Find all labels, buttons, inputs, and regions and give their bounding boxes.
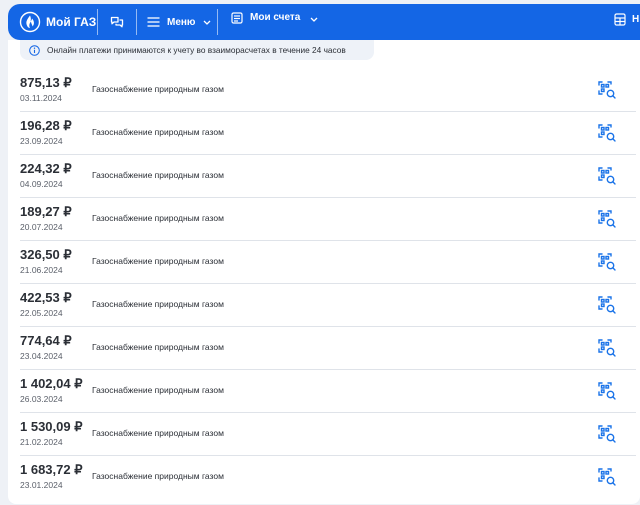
payment-service: Газоснабжение природным газом bbox=[92, 170, 224, 180]
payment-amount: 1 683,72 ₽ bbox=[20, 462, 83, 477]
payment-service: Газоснабжение природным газом bbox=[92, 428, 224, 438]
payment-row: 189,27 ₽ 20.07.2024 Газоснабжение природ… bbox=[20, 198, 636, 241]
payment-amount: 189,27 ₽ bbox=[20, 204, 72, 219]
payment-row: 774,64 ₽ 23.04.2024 Газоснабжение природ… bbox=[20, 327, 636, 370]
qr-receipt-icon[interactable] bbox=[598, 382, 616, 400]
qr-receipt-icon[interactable] bbox=[598, 253, 616, 271]
calculator-icon bbox=[614, 13, 626, 26]
payment-date: 23.09.2024 bbox=[20, 136, 63, 146]
chevron-down-icon bbox=[204, 20, 211, 25]
qr-receipt-icon[interactable] bbox=[598, 425, 616, 443]
menu-button[interactable]: Меню bbox=[137, 4, 217, 40]
payment-service: Газоснабжение природным газом bbox=[92, 213, 224, 223]
hamburger-icon bbox=[147, 17, 160, 27]
payment-amount: 774,64 ₽ bbox=[20, 333, 72, 348]
notice-text: Онлайн платежи принимаются к учету во вз… bbox=[47, 45, 346, 55]
payments-panel: Онлайн платежи принимаются к учету во вз… bbox=[8, 40, 640, 504]
payment-service: Газоснабжение природным газом bbox=[92, 342, 224, 352]
qr-receipt-icon[interactable] bbox=[598, 210, 616, 228]
qr-receipt-icon[interactable] bbox=[598, 468, 616, 486]
payment-service: Газоснабжение природным газом bbox=[92, 127, 224, 137]
qr-receipt-icon[interactable] bbox=[598, 124, 616, 142]
payment-amount: 1 530,09 ₽ bbox=[20, 419, 83, 434]
accounts-icon bbox=[231, 12, 243, 24]
qr-receipt-icon[interactable] bbox=[598, 167, 616, 185]
online-payments-notice: Онлайн платежи принимаются к учету во вз… bbox=[20, 40, 374, 60]
payment-row: 326,50 ₽ 21.06.2024 Газоснабжение природ… bbox=[20, 241, 636, 284]
payment-amount: 1 402,04 ₽ bbox=[20, 376, 83, 391]
payment-date: 21.02.2024 bbox=[20, 437, 63, 447]
payment-date: 26.03.2024 bbox=[20, 394, 63, 404]
accounts-label: Мои счета bbox=[250, 12, 301, 23]
payments-list: 875,13 ₽ 03.11.2024 Газоснабжение природ… bbox=[20, 69, 636, 499]
payment-service: Газоснабжение природным газом bbox=[92, 84, 224, 94]
payment-date: 03.11.2024 bbox=[20, 93, 62, 103]
payment-amount: 875,13 ₽ bbox=[20, 75, 72, 90]
payment-amount: 224,32 ₽ bbox=[20, 161, 72, 176]
qr-receipt-icon[interactable] bbox=[598, 339, 616, 357]
payment-row: 422,53 ₽ 22.05.2024 Газоснабжение природ… bbox=[20, 284, 636, 327]
payment-row: 224,32 ₽ 04.09.2024 Газоснабжение природ… bbox=[20, 155, 636, 198]
payment-date: 22.05.2024 bbox=[20, 308, 63, 318]
payment-service: Газоснабжение природным газом bbox=[92, 256, 224, 266]
payment-row: 1 683,72 ₽ 23.01.2024 Газоснабжение прир… bbox=[20, 456, 636, 499]
right-nav-button[interactable]: Н bbox=[614, 13, 639, 26]
flame-logo-icon bbox=[19, 11, 41, 33]
payment-date: 04.09.2024 bbox=[20, 179, 63, 189]
payment-service: Газоснабжение природным газом bbox=[92, 471, 224, 481]
qr-receipt-icon[interactable] bbox=[598, 81, 616, 99]
payment-amount: 422,53 ₽ bbox=[20, 290, 72, 305]
chat-icon bbox=[110, 16, 124, 28]
payment-row: 875,13 ₽ 03.11.2024 Газоснабжение природ… bbox=[20, 69, 636, 112]
payment-row: 196,28 ₽ 23.09.2024 Газоснабжение природ… bbox=[20, 112, 636, 155]
payment-service: Газоснабжение природным газом bbox=[92, 385, 224, 395]
brand-logo[interactable]: Мой ГАЗ bbox=[8, 4, 97, 40]
payment-service: Газоснабжение природным газом bbox=[92, 299, 224, 309]
payment-row: 1 530,09 ₽ 21.02.2024 Газоснабжение прир… bbox=[20, 413, 636, 456]
payment-row: 1 402,04 ₽ 26.03.2024 Газоснабжение прир… bbox=[20, 370, 636, 413]
payment-amount: 196,28 ₽ bbox=[20, 118, 72, 133]
info-icon bbox=[29, 44, 40, 56]
qr-receipt-icon[interactable] bbox=[598, 296, 616, 314]
brand-name: Мой ГАЗ bbox=[46, 15, 97, 29]
payment-date: 23.01.2024 bbox=[20, 480, 63, 490]
chevron-down-icon bbox=[310, 17, 318, 22]
menu-label: Меню bbox=[167, 16, 196, 28]
chat-button[interactable] bbox=[98, 4, 136, 40]
payment-date: 20.07.2024 bbox=[20, 222, 63, 232]
top-navigation-bar: Мой ГАЗ Меню Мои счета Н bbox=[8, 4, 640, 40]
payment-amount: 326,50 ₽ bbox=[20, 247, 72, 262]
payment-date: 23.04.2024 bbox=[20, 351, 63, 361]
right-nav-label: Н bbox=[632, 14, 640, 25]
accounts-button[interactable]: Мои счета bbox=[218, 4, 318, 40]
payment-date: 21.06.2024 bbox=[20, 265, 63, 275]
